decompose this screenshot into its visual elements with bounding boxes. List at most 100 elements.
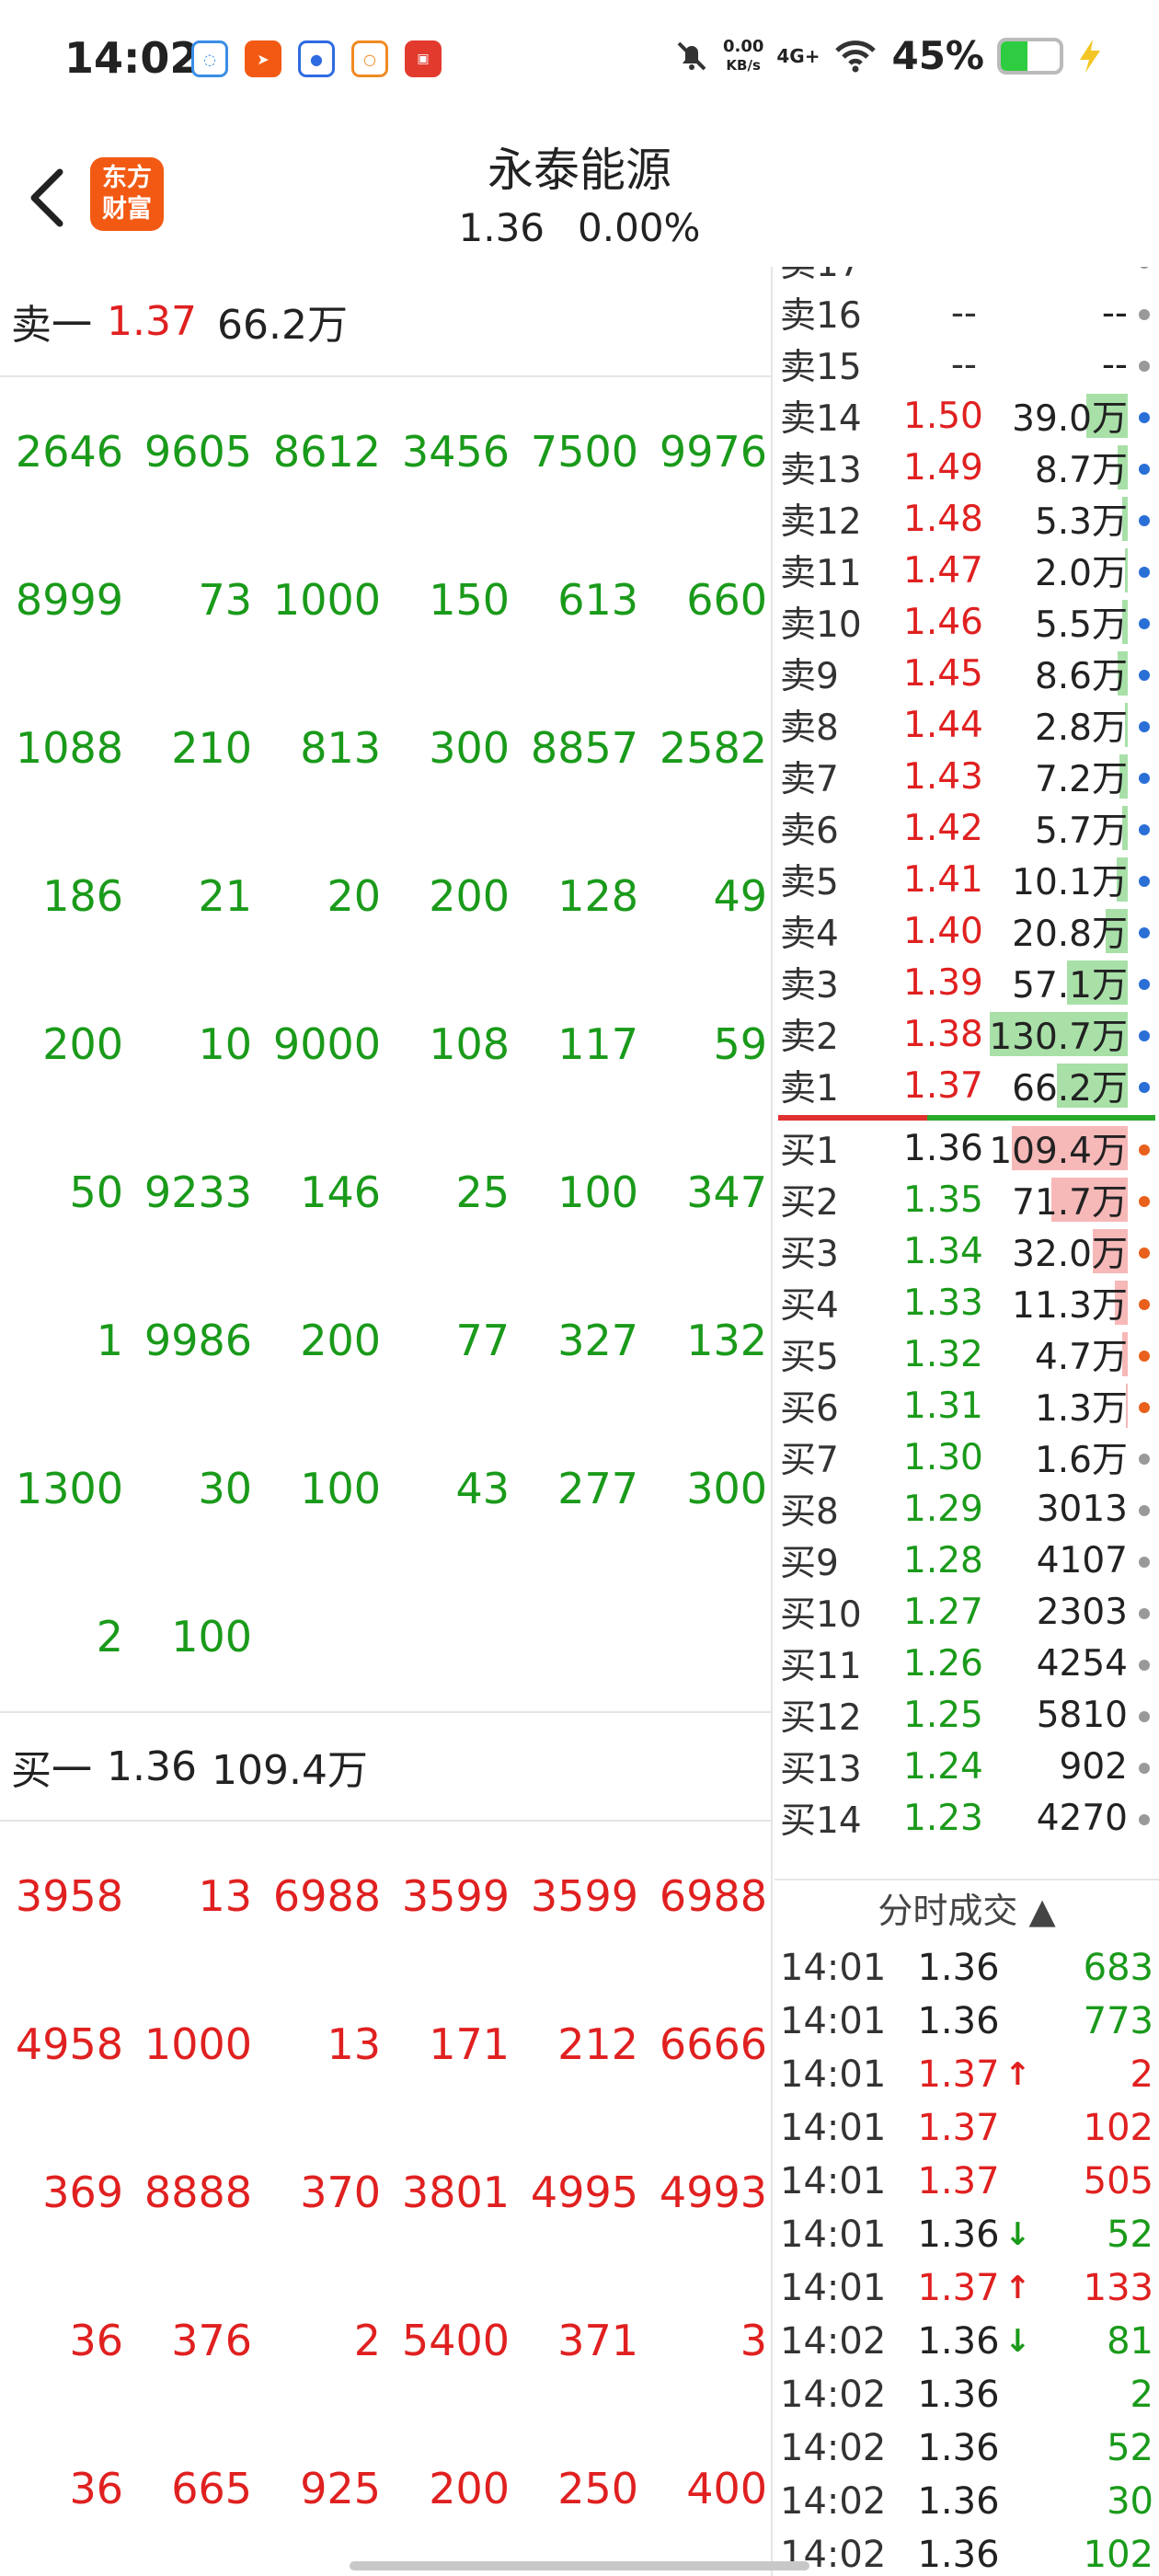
level-label: 买14 <box>780 1800 862 1842</box>
ask-level[interactable]: 卖11 1.47 2.0万 <box>775 545 1159 596</box>
trade-row: 14:02 1.36 ↓ 81 <box>775 2315 1159 2368</box>
level-price: 1.36 <box>903 1127 983 1169</box>
level-label: 卖2 <box>780 1017 839 1058</box>
level-label: 卖6 <box>780 811 839 852</box>
queue-order-size: 8612 <box>272 426 381 477</box>
system-status: 0.00 KB/s 4G+ 45% <box>673 33 1104 78</box>
queue-order-size: 49 <box>713 870 767 921</box>
queue-order-size: 300 <box>686 1463 767 1513</box>
trades-toggle[interactable]: 分时成交 ▲ <box>775 1880 1159 1941</box>
queue-order-size: 200 <box>429 870 510 921</box>
ask-level[interactable]: 卖14 1.50 39.0万 <box>775 390 1159 442</box>
trade-time: 14:01 <box>780 2214 887 2256</box>
bid-level[interactable]: 买2 1.35 71.7万 <box>775 1174 1159 1225</box>
queue-order-size: 327 <box>557 1315 638 1365</box>
level-price: 1.39 <box>903 961 983 1004</box>
toutiao-app-icon: ▣ <box>405 40 442 77</box>
trades-title: 分时成交 <box>878 1891 1018 1931</box>
level-label: 买11 <box>780 1646 862 1687</box>
trade-time: 14:01 <box>780 1947 887 1989</box>
bid-level[interactable]: 买13 1.24 902 <box>775 1741 1159 1792</box>
level-volume: 4270 <box>1036 1797 1128 1839</box>
ask-level[interactable]: 卖16 -- -- <box>775 287 1159 339</box>
back-button[interactable] <box>23 161 78 235</box>
level-dot <box>1139 1557 1150 1568</box>
level-price: 1.25 <box>903 1694 983 1736</box>
bid-level[interactable]: 买10 1.27 2303 <box>775 1586 1159 1638</box>
level-dot <box>1139 1711 1150 1722</box>
trade-row: 14:02 1.36 102 <box>775 2528 1159 2576</box>
queue-order-size: 7500 <box>530 426 638 477</box>
ask-level[interactable]: 卖1 1.37 66.2万 <box>775 1060 1159 1111</box>
trade-row: 14:01 1.36 773 <box>775 1995 1159 2048</box>
bid-level[interactable]: 买3 1.34 32.0万 <box>775 1225 1159 1277</box>
level-label: 卖15 <box>780 347 862 388</box>
ask-level[interactable]: 卖15 -- -- <box>775 339 1159 390</box>
trade-price: 1.37 <box>917 2160 1000 2202</box>
bid-level[interactable]: 买6 1.31 1.3万 <box>775 1380 1159 1432</box>
trade-time: 14:01 <box>780 2000 887 2042</box>
queue-order-size: 59 <box>713 1018 767 1069</box>
buy-queue-header: 买一 1.36 109.4万 <box>0 1711 771 1822</box>
ask-level[interactable]: 卖2 1.38 130.7万 <box>775 1008 1159 1060</box>
queue-order-size: 9605 <box>143 426 252 477</box>
ask-level[interactable]: 卖13 1.49 8.7万 <box>775 442 1159 493</box>
ask-level[interactable]: 卖7 1.43 7.2万 <box>775 751 1159 802</box>
queue-order-size: 3 <box>740 2315 767 2365</box>
level-price: 1.43 <box>903 755 983 798</box>
queue-order-size: 8857 <box>530 722 638 773</box>
bid-level[interactable]: 买11 1.26 4254 <box>775 1638 1159 1689</box>
eastmoney-logo[interactable]: 东方 财富 <box>90 157 164 231</box>
trade-price: 1.36 <box>917 2374 1000 2416</box>
queue-order-size: 1088 <box>15 722 123 773</box>
bid-level[interactable]: 买5 1.32 4.7万 <box>775 1328 1159 1380</box>
level-price: 1.48 <box>903 498 983 540</box>
level-dot <box>1139 876 1150 887</box>
trade-volume: 102 <box>1083 2534 1153 2576</box>
queue-order-size: 25 <box>455 1167 510 1217</box>
level-label: 卖16 <box>780 295 862 337</box>
ask-level[interactable]: 卖8 1.44 2.8万 <box>775 699 1159 751</box>
level-volume: 4.7万 <box>1034 1337 1128 1378</box>
home-indicator[interactable] <box>350 2561 809 2570</box>
bid-level[interactable]: 买9 1.28 4107 <box>775 1535 1159 1586</box>
ask-level[interactable]: 卖17---- <box>775 267 1159 287</box>
trade-price: 1.36 <box>917 2320 1000 2363</box>
order-book[interactable]: 卖17----卖16----卖15----卖141.5039.0万卖131.49… <box>775 267 1159 1877</box>
level-price: -- <box>950 292 977 334</box>
level-price: 1.33 <box>903 1282 983 1324</box>
queue-order-size: 10 <box>198 1018 252 1069</box>
level-dot <box>1139 1608 1150 1619</box>
level-dot <box>1139 1402 1150 1413</box>
bid-level[interactable]: 买4 1.33 11.3万 <box>775 1277 1159 1328</box>
level-dot <box>1139 361 1150 372</box>
sell-queue-grid: 2646 9605 8612 3456 7500 9976 8999 73 1000 150 613… <box>0 377 771 1711</box>
bid-level[interactable]: 买8 1.29 3013 <box>775 1483 1159 1535</box>
bid-level[interactable]: 买12 1.25 5810 <box>775 1689 1159 1741</box>
ask-level[interactable]: 卖5 1.41 10.1万 <box>775 854 1159 905</box>
level-dot <box>1139 1144 1150 1156</box>
bid-level[interactable]: 买14 1.23 4270 <box>775 1792 1159 1844</box>
paper-plane-app-icon: ➤ <box>245 40 281 77</box>
level-volume: 5.5万 <box>1034 604 1128 646</box>
level-price: 1.47 <box>903 549 983 592</box>
level-price: 1.40 <box>903 910 983 952</box>
tick-trades-panel[interactable]: 分时成交 ▲ 14:01 1.36 683 14:01 1.36 773 14:01 1.37… <box>775 1879 1159 2576</box>
level-price: 1.49 <box>903 446 983 489</box>
bid-level[interactable]: 买7 1.30 1.6万 <box>775 1432 1159 1483</box>
level-price: 1.29 <box>903 1488 983 1530</box>
ask-level[interactable]: 卖4 1.40 20.8万 <box>775 905 1159 957</box>
bid-level[interactable]: 买1 1.36 109.4万 <box>775 1122 1159 1174</box>
ask-level[interactable]: 卖3 1.39 57.1万 <box>775 957 1159 1008</box>
ask-level[interactable]: 卖12 1.48 5.3万 <box>775 493 1159 545</box>
battery-icon <box>997 37 1063 75</box>
ask-level[interactable]: 卖10 1.46 5.5万 <box>775 596 1159 648</box>
ask-level[interactable]: 卖6 1.42 5.7万 <box>775 802 1159 854</box>
queue-order-size: 8888 <box>143 2167 252 2217</box>
level-volume: 20.8万 <box>1012 914 1128 955</box>
trade-row: 14:01 1.37 ↑ 2 <box>775 2048 1159 2101</box>
level-price: 1.26 <box>903 1642 983 1685</box>
queue-order-size: 370 <box>300 2167 381 2217</box>
queue-order-size: 9233 <box>143 1167 252 1217</box>
ask-level[interactable]: 卖9 1.45 8.6万 <box>775 648 1159 699</box>
